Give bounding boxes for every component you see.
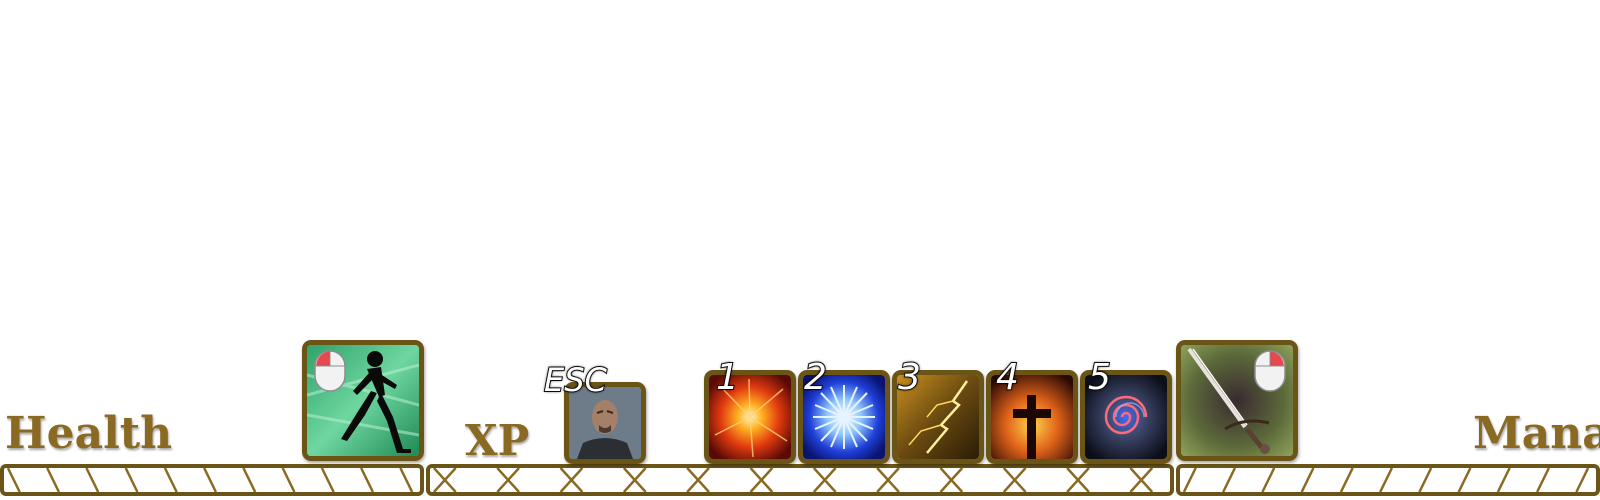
skill-2-hotkey-label: 2	[803, 357, 828, 398]
health-label: Health	[5, 408, 173, 459]
skill-3-hotkey-label: 3	[897, 357, 922, 398]
mana-bar	[1176, 464, 1600, 496]
xp-bar	[426, 464, 1174, 496]
mouse-right-click-icon	[1254, 350, 1286, 392]
skill-5-hotkey-label: 5	[1087, 357, 1112, 398]
skill-1-hotkey-label: 1	[715, 357, 740, 398]
mana-label: Mana	[1473, 408, 1600, 459]
esc-hotkey-label: ESC	[543, 361, 608, 399]
skill-4-hotkey-label: 4	[995, 357, 1020, 398]
xp-label: XP	[465, 416, 530, 465]
health-bar	[0, 464, 424, 496]
mouse-left-click-icon	[314, 350, 346, 392]
